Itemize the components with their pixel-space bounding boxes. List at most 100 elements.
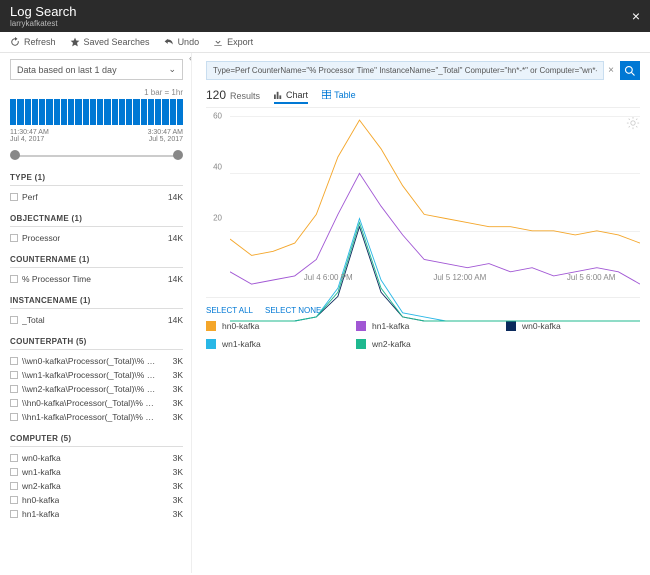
checkbox-icon[interactable] bbox=[10, 316, 18, 324]
checkbox-icon[interactable] bbox=[10, 234, 18, 242]
facet-row[interactable]: % Processor Time 14K bbox=[10, 272, 183, 286]
facet-row[interactable]: wn2-kafka 3K bbox=[10, 479, 183, 493]
checkbox-icon[interactable] bbox=[10, 357, 18, 365]
checkbox-icon[interactable] bbox=[10, 275, 18, 283]
facet-label: wn1-kafka bbox=[22, 467, 61, 477]
tab-table-label: Table bbox=[334, 90, 356, 100]
checkbox-icon[interactable] bbox=[10, 454, 18, 462]
facet-title: TYPE (1) bbox=[10, 173, 183, 186]
y-tick: 60 bbox=[213, 111, 222, 120]
histogram[interactable] bbox=[10, 99, 183, 125]
checkbox-icon[interactable] bbox=[10, 399, 18, 407]
star-icon bbox=[70, 37, 80, 47]
facet-label: % Processor Time bbox=[22, 274, 91, 284]
facet-count: 3K bbox=[173, 467, 183, 477]
date-range-select[interactable]: Data based on last 1 day ⌄ bbox=[10, 59, 183, 80]
facet-label: \\wn1-kafka\Processor(_Total)\% Processo… bbox=[22, 370, 157, 380]
facet-count: 3K bbox=[173, 356, 183, 366]
line-plot bbox=[230, 116, 640, 362]
clear-search-icon[interactable]: × bbox=[608, 65, 614, 76]
tab-chart[interactable]: Chart bbox=[274, 90, 308, 104]
checkbox-icon[interactable] bbox=[10, 371, 18, 379]
close-icon[interactable]: × bbox=[632, 8, 640, 24]
table-icon bbox=[322, 90, 331, 99]
results-bar: 120 Results Chart Table bbox=[206, 88, 640, 108]
chart-area[interactable]: 60 40 20 Jul 4 6:00 PM Jul 5 12:00 AM Ju… bbox=[206, 116, 640, 291]
checkbox-icon[interactable] bbox=[10, 482, 18, 490]
facet-row[interactable]: \\wn0-kafka\Processor(_Total)\% Processo… bbox=[10, 354, 183, 368]
time-start-line1: 11:30:47 AM bbox=[10, 129, 49, 136]
facet-label: hn0-kafka bbox=[22, 495, 59, 505]
facet-count: 14K bbox=[168, 192, 183, 202]
undo-button[interactable]: Undo bbox=[164, 37, 200, 47]
sidebar: ‹ Data based on last 1 day ⌄ 1 bar = 1hr… bbox=[0, 53, 192, 573]
checkbox-icon[interactable] bbox=[10, 385, 18, 393]
facet-row[interactable]: Perf 14K bbox=[10, 190, 183, 204]
chart-icon bbox=[274, 90, 283, 99]
facet-label: \\hn0-kafka\Processor(_Total)\% Processo… bbox=[22, 398, 157, 408]
facet-title: COUNTERPATH (5) bbox=[10, 337, 183, 350]
facet-count: 3K bbox=[173, 412, 183, 422]
facet-label: hn1-kafka bbox=[22, 509, 59, 519]
facet-label: Processor bbox=[22, 233, 60, 243]
facet-count: 3K bbox=[173, 495, 183, 505]
checkbox-icon[interactable] bbox=[10, 193, 18, 201]
facet-count: 3K bbox=[173, 481, 183, 491]
search-input[interactable] bbox=[206, 61, 604, 80]
facet-label: _Total bbox=[22, 315, 45, 325]
search-icon bbox=[624, 65, 636, 77]
header: Log Search larrykafkatest × bbox=[0, 0, 650, 32]
facet-row[interactable]: \\hn1-kafka\Processor(_Total)\% Processo… bbox=[10, 410, 183, 424]
search-bar: × bbox=[206, 61, 640, 80]
page-title: Log Search bbox=[10, 4, 77, 19]
tab-table[interactable]: Table bbox=[322, 90, 356, 100]
facet-label: wn2-kafka bbox=[22, 481, 61, 491]
saved-searches-button[interactable]: Saved Searches bbox=[70, 37, 150, 47]
facet-count: 3K bbox=[173, 453, 183, 463]
facet-row[interactable]: hn1-kafka 3K bbox=[10, 507, 183, 521]
chevron-down-icon: ⌄ bbox=[168, 64, 176, 75]
toolbar: Refresh Saved Searches Undo Export bbox=[0, 32, 650, 53]
facet-row[interactable]: wn0-kafka 3K bbox=[10, 451, 183, 465]
y-tick: 20 bbox=[213, 213, 222, 222]
facet-count: 3K bbox=[173, 370, 183, 380]
search-button[interactable] bbox=[620, 61, 640, 80]
slider-thumb-right[interactable] bbox=[173, 150, 183, 160]
swatch-icon bbox=[206, 321, 216, 331]
facet-row[interactable]: \\wn2-kafka\Processor(_Total)\% Processo… bbox=[10, 382, 183, 396]
facet-count: 14K bbox=[168, 315, 183, 325]
chart-panel: 60 40 20 Jul 4 6:00 PM Jul 5 12:00 AM Ju… bbox=[206, 116, 640, 298]
results-label: Results bbox=[230, 91, 260, 101]
facet-count: 14K bbox=[168, 274, 183, 284]
checkbox-icon[interactable] bbox=[10, 468, 18, 476]
refresh-button[interactable]: Refresh bbox=[10, 37, 56, 47]
facet-row[interactable]: Processor 14K bbox=[10, 231, 183, 245]
slider-thumb-left[interactable] bbox=[10, 150, 20, 160]
content: × 120 Results Chart Table 60 bbox=[192, 53, 650, 573]
facet-row[interactable]: \\hn0-kafka\Processor(_Total)\% Processo… bbox=[10, 396, 183, 410]
y-tick: 40 bbox=[213, 162, 222, 171]
facet-label: \\wn0-kafka\Processor(_Total)\% Processo… bbox=[22, 356, 157, 366]
facet-label: Perf bbox=[22, 192, 38, 202]
x-tick: Jul 5 12:00 AM bbox=[433, 273, 486, 291]
facet-row[interactable]: wn1-kafka 3K bbox=[10, 465, 183, 479]
facet-count: 14K bbox=[168, 233, 183, 243]
time-end-line2: Jul 5, 2017 bbox=[148, 136, 183, 143]
facet-count: 3K bbox=[173, 384, 183, 394]
tab-chart-label: Chart bbox=[286, 90, 308, 100]
facet-row[interactable]: \\wn1-kafka\Processor(_Total)\% Processo… bbox=[10, 368, 183, 382]
histogram-times: 11:30:47 AM Jul 4, 2017 3:30:47 AM Jul 5… bbox=[10, 129, 183, 143]
facet-label: wn0-kafka bbox=[22, 453, 61, 463]
undo-icon bbox=[164, 37, 174, 47]
undo-label: Undo bbox=[178, 37, 200, 47]
time-slider[interactable] bbox=[10, 149, 183, 163]
export-label: Export bbox=[227, 37, 253, 47]
checkbox-icon[interactable] bbox=[10, 510, 18, 518]
facet-row[interactable]: hn0-kafka 3K bbox=[10, 493, 183, 507]
facet-count: 3K bbox=[173, 509, 183, 519]
export-button[interactable]: Export bbox=[213, 37, 253, 47]
refresh-icon bbox=[10, 37, 20, 47]
checkbox-icon[interactable] bbox=[10, 496, 18, 504]
facet-row[interactable]: _Total 14K bbox=[10, 313, 183, 327]
checkbox-icon[interactable] bbox=[10, 413, 18, 421]
